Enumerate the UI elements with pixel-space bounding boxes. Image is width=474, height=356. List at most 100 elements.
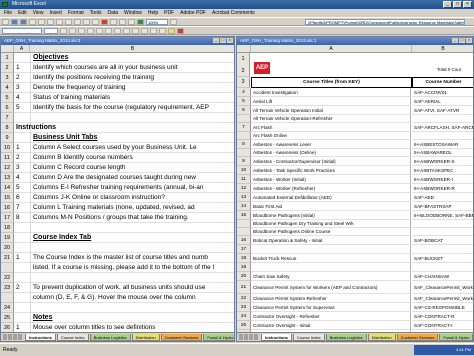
row-header[interactable]: 5 (1, 93, 14, 103)
indent-icon[interactable] (150, 27, 157, 34)
sort-desc-icon[interactable] (128, 18, 135, 25)
course-title-cell[interactable] (251, 245, 411, 254)
course-number-cell[interactable]: SAF-CHAINSAW (412, 272, 473, 281)
row-header[interactable]: 16 (1, 203, 14, 213)
cell-a[interactable] (14, 303, 30, 313)
cell-b[interactable]: Column C Record course length (30, 163, 234, 173)
cell-a[interactable]: 3 (14, 83, 30, 93)
sheet-tab[interactable]: Course Index (56, 333, 89, 341)
course-number-cell[interactable]: SAF-BOBCAT (412, 236, 473, 245)
course-title-cell[interactable]: Chain Saw Safety (251, 272, 411, 281)
left-min-button[interactable]: _ (213, 38, 219, 43)
course-title-cell[interactable]: Bucket Truck Rescue (251, 254, 411, 263)
cell-b[interactable]: Status of training materials (30, 93, 234, 103)
sheet-tab[interactable]: Distribution (367, 333, 396, 341)
cell-a[interactable]: 1 (14, 143, 30, 153)
currency-icon[interactable] (123, 27, 130, 34)
course-number-cell[interactable]: SAF-CONTRACT-R (412, 312, 473, 321)
row-header[interactable]: 6 (237, 106, 251, 115)
cell-b[interactable]: Identify which courses are all in your b… (30, 63, 234, 73)
tab-next-icon[interactable] (249, 334, 253, 340)
underline-icon[interactable] (78, 27, 85, 34)
cell-b[interactable]: Columns J-K Online or classroom instruct… (30, 193, 234, 203)
right-close-button[interactable]: × (466, 38, 472, 43)
column-header-b[interactable]: B (30, 45, 234, 53)
row-header[interactable]: 9 (1, 133, 14, 143)
column-header-a[interactable]: A (14, 45, 30, 53)
course-title-cell[interactable]: Asbestos - Worker (Refresher) (251, 184, 411, 193)
spelling-icon[interactable] (47, 18, 54, 25)
cell-a[interactable]: 7 (14, 203, 30, 213)
row-header[interactable]: 7 (1, 113, 14, 123)
cell-b[interactable] (30, 303, 234, 313)
sheet-tab[interactable]: Business Logistics (89, 333, 131, 341)
tab-last-icon[interactable] (254, 334, 258, 340)
course-number-cell[interactable]: IH-ASBAWAREOL (412, 149, 473, 157)
menu-item[interactable]: Edit (18, 9, 27, 17)
select-all-corner[interactable] (1, 45, 14, 53)
row-header[interactable] (1, 263, 14, 273)
row-header[interactable] (1, 293, 14, 303)
cell-a[interactable]: 2 (14, 283, 30, 293)
course-number-cell[interactable] (412, 228, 473, 236)
row-header[interactable]: 11 (1, 153, 14, 163)
row-header[interactable]: 12 (1, 163, 14, 173)
course-title-cell[interactable]: All Terrain Vehicle Operation-Refresher (251, 115, 411, 123)
course-title-cell[interactable]: All Terrain Vehicle Operation Initial (251, 106, 411, 115)
cell-b[interactable]: Identify the basis for the course (regul… (30, 103, 234, 113)
row-header[interactable]: 21 (237, 281, 251, 294)
font-size-select[interactable] (44, 27, 58, 34)
row-header[interactable]: 6 (1, 103, 14, 113)
row-header[interactable]: 13 (1, 173, 14, 183)
course-title-cell[interactable] (251, 263, 411, 272)
print-icon[interactable] (29, 18, 36, 25)
course-number-cell[interactable]: IH-ASBWORKER-S (412, 157, 473, 166)
course-number-cell[interactable]: SAF-CS-RESPONSIBLE (412, 303, 473, 312)
cell-b[interactable]: Column A Select courses used by your Bus… (30, 143, 234, 153)
autosum-icon[interactable] (110, 18, 117, 25)
row-header[interactable]: 24 (237, 312, 251, 321)
course-title-cell[interactable]: Aerial Lift (251, 97, 411, 106)
preview-icon[interactable] (38, 18, 45, 25)
undo-icon[interactable] (83, 18, 90, 25)
row-header[interactable]: 4 (1, 83, 14, 93)
left-close-button[interactable]: × (227, 38, 233, 43)
course-number-cell[interactable]: IH-ASBTASKSPEC (412, 166, 473, 175)
sheet-tab[interactable]: Distribution (131, 333, 160, 341)
sheet-tab[interactable]: Business Logistics (325, 333, 367, 341)
cell-b[interactable]: Objectives (30, 53, 234, 63)
tab-prev-icon[interactable] (8, 334, 12, 340)
align-center-icon[interactable] (96, 27, 103, 34)
row-header[interactable]: 20 (1, 243, 14, 253)
row-header[interactable]: 17 (237, 245, 251, 254)
row-header[interactable]: 14 (237, 202, 251, 211)
row-header[interactable]: 5 (237, 97, 251, 106)
help-icon[interactable] (170, 18, 177, 25)
row-header[interactable]: 8 (237, 140, 251, 149)
menu-item[interactable]: Adobe PDF (180, 9, 206, 17)
cell-a[interactable]: 1 (14, 253, 30, 263)
row-header[interactable]: 11 (237, 175, 251, 184)
course-title-cell[interactable]: Bloodborne Pathogens (Initial) (251, 211, 411, 220)
row-header[interactable] (237, 149, 251, 157)
course-number-cell[interactable]: SAF-BUCKET (412, 254, 473, 263)
sheet-tab[interactable]: Instructions (25, 333, 56, 341)
cell-b[interactable]: column (D, E, F, & G). Hover the mouse o… (30, 293, 234, 303)
row-header[interactable]: 10 (237, 166, 251, 175)
chart-wizard-icon[interactable] (137, 18, 144, 25)
course-title-cell[interactable]: Asbestos - Task Specific Work Practices (251, 166, 411, 175)
course-number-cell[interactable]: SAF-BFASTRSAP (412, 202, 473, 211)
row-header[interactable]: 12 (237, 184, 251, 193)
cell-a[interactable] (14, 233, 30, 243)
cell-b[interactable]: Denote the frequency of training (30, 83, 234, 93)
sheet-tab[interactable]: Fossil & Hydro (203, 333, 234, 341)
row-header[interactable]: 25 (1, 313, 14, 323)
cell-b[interactable]: Columns M-N Positions / groups that take… (30, 213, 234, 223)
cell-a[interactable]: 2 (14, 153, 30, 163)
cell-b[interactable]: Identify the positions receiving the tra… (30, 73, 234, 83)
tab-prev-icon[interactable] (244, 334, 248, 340)
row-header[interactable]: 23 (237, 303, 251, 312)
font-color-icon[interactable] (177, 27, 184, 34)
course-title-cell[interactable]: Clearance Permit System-Refresher (251, 294, 411, 303)
align-left-icon[interactable] (87, 27, 94, 34)
